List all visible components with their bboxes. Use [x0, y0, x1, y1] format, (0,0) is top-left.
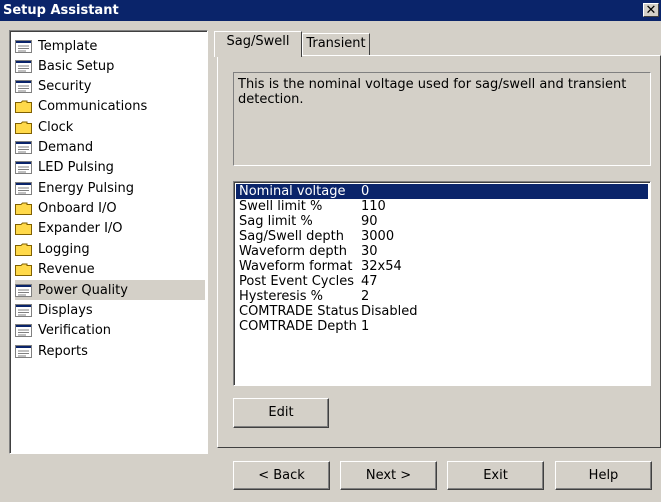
- nav-item-displays[interactable]: Displays: [15, 300, 205, 320]
- parameter-list[interactable]: Nominal voltage 0 Swell limit % 110 Sag …: [233, 181, 651, 386]
- page-icon: [15, 59, 32, 73]
- nav-item-clock[interactable]: Clock: [15, 117, 205, 137]
- nav-item-label: Expander I/O: [38, 220, 123, 236]
- folder-icon: [15, 222, 32, 235]
- nav-item-label: Revenue: [38, 261, 95, 277]
- param-row-comtrade-status[interactable]: COMTRADE Status Disabled: [236, 304, 648, 319]
- nav-item-communications[interactable]: Communications: [15, 96, 205, 116]
- page-icon: [15, 181, 32, 195]
- nav-item-demand[interactable]: Demand: [15, 137, 205, 157]
- nav-item-label: Clock: [38, 119, 74, 135]
- nav-item-label: Demand: [38, 139, 94, 155]
- nav-item-label: Basic Setup: [38, 58, 115, 74]
- nav-item-energy-pulsing[interactable]: Energy Pulsing: [15, 178, 205, 198]
- param-value: 0: [361, 184, 370, 199]
- nav-item-basic-setup[interactable]: Basic Setup: [15, 56, 205, 76]
- page-icon: [15, 140, 32, 154]
- folder-icon: [15, 202, 32, 215]
- param-value: 2: [361, 289, 370, 304]
- nav-item-label: Displays: [38, 302, 93, 318]
- param-value: 3000: [361, 229, 395, 244]
- tab-label: Transient: [306, 36, 366, 51]
- tab-transient[interactable]: Transient: [302, 33, 370, 55]
- page-icon: [15, 344, 32, 358]
- setup-nav-tree[interactable]: Template Basic Setup Security Communicat…: [9, 30, 208, 454]
- nav-item-led-pulsing[interactable]: LED Pulsing: [15, 157, 205, 177]
- param-value: 110: [361, 199, 386, 214]
- param-row-hysteresis[interactable]: Hysteresis % 2: [236, 289, 648, 304]
- param-row-comtrade-depth[interactable]: COMTRADE Depth 1: [236, 319, 648, 334]
- nav-item-label: Power Quality: [38, 282, 128, 298]
- nav-item-label: LED Pulsing: [38, 159, 114, 175]
- param-name: COMTRADE Depth: [239, 319, 357, 334]
- description-box: This is the nominal voltage used for sag…: [233, 72, 651, 166]
- nav-item-template[interactable]: Template: [15, 36, 205, 56]
- param-name: Waveform format: [239, 259, 353, 274]
- param-name: Nominal voltage: [239, 184, 346, 199]
- param-value: 1: [361, 319, 370, 334]
- close-icon: ✕: [645, 3, 657, 18]
- nav-item-security[interactable]: Security: [15, 76, 205, 96]
- param-value: Disabled: [361, 304, 418, 319]
- param-name: Hysteresis %: [239, 289, 324, 304]
- back-button[interactable]: < Back: [233, 461, 330, 490]
- param-value: 32x54: [361, 259, 402, 274]
- page-icon: [15, 79, 32, 93]
- nav-item-label: Security: [38, 78, 92, 94]
- nav-item-onboard-io[interactable]: Onboard I/O: [15, 198, 205, 218]
- param-row-sag-limit[interactable]: Sag limit % 90: [236, 214, 648, 229]
- nav-item-reports[interactable]: Reports: [15, 341, 205, 361]
- param-name: Waveform depth: [239, 244, 347, 259]
- nav-item-label: Onboard I/O: [38, 200, 117, 216]
- nav-item-revenue[interactable]: Revenue: [15, 259, 205, 279]
- help-button[interactable]: Help: [555, 461, 652, 490]
- tab-sag-swell[interactable]: Sag/Swell: [214, 31, 302, 57]
- param-row-waveform-format[interactable]: Waveform format 32x54: [236, 259, 648, 274]
- nav-item-power-quality[interactable]: Power Quality: [15, 280, 205, 300]
- page-icon: [15, 283, 32, 297]
- next-button[interactable]: Next >: [340, 461, 437, 490]
- edit-button[interactable]: Edit: [233, 398, 329, 428]
- param-name: Sag/Swell depth: [239, 229, 344, 244]
- param-row-nominal-voltage[interactable]: Nominal voltage 0: [236, 184, 648, 199]
- param-value: 30: [361, 244, 378, 259]
- nav-item-label: Energy Pulsing: [38, 180, 134, 196]
- param-value: 47: [361, 274, 378, 289]
- nav-item-logging[interactable]: Logging: [15, 239, 205, 259]
- param-row-sag-swell-depth[interactable]: Sag/Swell depth 3000: [236, 229, 648, 244]
- exit-button[interactable]: Exit: [447, 461, 544, 490]
- nav-item-label: Verification: [38, 322, 112, 338]
- nav-item-label: Logging: [38, 241, 90, 257]
- folder-icon: [15, 100, 32, 113]
- param-row-post-event-cycles[interactable]: Post Event Cycles 47: [236, 274, 648, 289]
- nav-item-label: Template: [38, 38, 98, 54]
- folder-icon: [15, 263, 32, 276]
- param-name: COMTRADE Status: [239, 304, 359, 319]
- nav-item-verification[interactable]: Verification: [15, 320, 205, 340]
- title-bar: Setup Assistant ✕: [0, 0, 661, 21]
- param-row-swell-limit[interactable]: Swell limit % 110: [236, 199, 648, 214]
- nav-item-label: Reports: [38, 343, 88, 359]
- folder-icon: [15, 243, 32, 256]
- nav-item-expander-io[interactable]: Expander I/O: [15, 218, 205, 238]
- param-name: Post Event Cycles: [239, 274, 355, 289]
- nav-item-label: Communications: [38, 98, 148, 114]
- description-text: This is the nominal voltage used for sag…: [238, 77, 627, 107]
- window-title: Setup Assistant: [3, 3, 119, 18]
- param-row-waveform-depth[interactable]: Waveform depth 30: [236, 244, 648, 259]
- param-value: 90: [361, 214, 378, 229]
- tab-label: Sag/Swell: [226, 34, 290, 49]
- page-icon: [15, 160, 32, 174]
- page-icon: [15, 303, 32, 317]
- param-name: Swell limit %: [239, 199, 323, 214]
- folder-icon: [15, 121, 32, 134]
- page-icon: [15, 39, 32, 53]
- param-name: Sag limit %: [239, 214, 313, 229]
- page-icon: [15, 323, 32, 337]
- close-button[interactable]: ✕: [643, 3, 659, 18]
